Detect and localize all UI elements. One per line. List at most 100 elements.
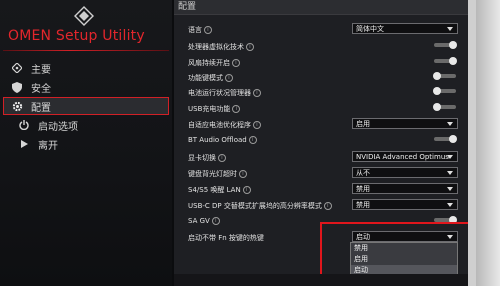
nav-item-config[interactable]: 配置	[3, 97, 169, 115]
panel-title: 配置	[174, 0, 468, 15]
nav-item-security[interactable]: 安全	[0, 78, 172, 96]
panel-footer	[174, 274, 468, 286]
info-icon[interactable]: i	[232, 105, 241, 113]
nav-label: 配置	[31, 102, 51, 114]
setting-row: 处理器虚拟化技术 i	[174, 39, 468, 53]
setting-label-text: 自适应电池优化程序	[188, 121, 251, 129]
nav-item-main[interactable]: 主要	[0, 59, 172, 77]
setting-select[interactable]: NVIDIA Advanced Optimus	[352, 151, 458, 162]
nav-label: 启动选项	[38, 121, 78, 133]
setting-label: 风扇持续开启 i	[188, 58, 240, 68]
setting-label-text: 显卡切换	[188, 154, 216, 162]
info-icon[interactable]: i	[253, 121, 261, 129]
setting-label-text: 启动不带 Fn 按键的热键	[188, 234, 264, 242]
info-icon[interactable]: i	[248, 136, 257, 144]
select-value: 禁用	[356, 201, 370, 209]
setting-label: 启动不带 Fn 按键的热键	[188, 233, 264, 243]
brand-divider	[3, 50, 169, 51]
setting-label: 语言 i	[188, 25, 212, 35]
nav-label: 离开	[38, 140, 58, 152]
chevron-down-icon	[447, 27, 453, 31]
info-icon[interactable]: i	[225, 74, 233, 82]
info-icon[interactable]: i	[232, 59, 240, 67]
setting-row: S4/S5 唤醒 LAN i 禁用	[174, 182, 468, 196]
info-icon[interactable]: i	[253, 89, 261, 97]
setting-toggle[interactable]	[433, 103, 456, 111]
setting-label: USB充电功能 i	[188, 104, 241, 114]
chevron-down-icon	[447, 203, 453, 207]
setting-label: S4/S5 唤醒 LAN i	[188, 185, 251, 195]
setting-row: USB-C DP 交替模式扩展坞的高分辨率模式 i 禁用	[174, 198, 468, 212]
info-icon[interactable]: i	[323, 202, 332, 210]
chevron-down-icon	[447, 187, 453, 191]
info-icon[interactable]: i	[211, 217, 220, 225]
setting-label-text: 处理器虚拟化技术	[188, 43, 244, 51]
screen-edge	[476, 0, 500, 286]
setting-label: BT Audio Offload i	[188, 136, 257, 144]
diamond-icon	[11, 62, 23, 74]
setting-select[interactable]: 禁用	[352, 199, 458, 210]
setting-select[interactable]: 简体中文	[352, 23, 458, 34]
toggle-knob	[449, 135, 457, 143]
setting-label-text: 风扇持续开启	[188, 59, 230, 67]
setting-label: 自适应电池优化程序 i	[188, 120, 261, 130]
info-icon[interactable]: i	[242, 186, 251, 194]
setting-row: 电池运行状况管理器 i	[174, 85, 468, 99]
setting-label-text: 电池运行状况管理器	[188, 89, 251, 97]
select-value: 简体中文	[356, 25, 384, 33]
setting-row: USB充电功能 i	[174, 101, 468, 115]
setting-select[interactable]: 启用	[352, 118, 458, 129]
highlight-box	[320, 222, 470, 280]
nav-label: 安全	[31, 83, 51, 95]
info-icon[interactable]: i	[204, 26, 212, 34]
setting-label-text: 功能键模式	[188, 74, 223, 82]
setting-label: 电池运行状况管理器 i	[188, 88, 261, 98]
setting-select[interactable]: 禁用	[352, 183, 458, 194]
info-icon[interactable]: i	[239, 170, 247, 178]
select-value: 禁用	[356, 185, 370, 193]
sidebar: OMEN Setup Utility 主要 安全 配置 启动选项 离开	[0, 0, 172, 286]
setting-select[interactable]: 从不	[352, 167, 458, 178]
select-value: 启用	[356, 120, 370, 128]
setting-toggle[interactable]	[433, 72, 456, 80]
setting-row: 自适应电池优化程序 i 启用	[174, 117, 468, 131]
scrollbar[interactable]	[468, 0, 476, 286]
nav-item-exit[interactable]: 离开	[0, 135, 172, 153]
info-icon[interactable]: i	[246, 43, 254, 51]
setting-row: BT Audio Offload i	[174, 133, 468, 147]
app-title: OMEN Setup Utility	[8, 28, 145, 44]
setting-label-text: 语言	[188, 26, 202, 34]
select-value: 从不	[356, 169, 370, 177]
setting-label-text: BT Audio Offload	[188, 136, 247, 144]
setting-label-text: 键盘背光灯超时	[188, 170, 237, 178]
setting-row: 语言 i 简体中文	[174, 22, 468, 36]
setting-row: 风扇持续开启 i	[174, 55, 468, 69]
nav-item-boot-options[interactable]: 启动选项	[0, 116, 172, 134]
omen-logo-icon	[74, 6, 94, 26]
setting-toggle[interactable]	[433, 87, 456, 95]
setting-toggle[interactable]	[434, 135, 457, 143]
nav-menu: 主要 安全 配置 启动选项 离开	[0, 59, 172, 154]
info-icon[interactable]: i	[218, 154, 226, 162]
chevron-down-icon	[447, 155, 453, 159]
setting-label-text: SA GV	[188, 217, 210, 225]
setting-row: 功能键模式 i	[174, 70, 468, 84]
setting-row: 显卡切换 i NVIDIA Advanced Optimus	[174, 150, 468, 164]
setting-label-text: USB充电功能	[188, 105, 231, 113]
nav-label: 主要	[31, 64, 51, 76]
chevron-down-icon	[447, 171, 453, 175]
shield-icon	[11, 81, 23, 93]
select-value: NVIDIA Advanced Optimus	[356, 153, 449, 161]
toggle-knob	[449, 57, 457, 65]
setting-label: 键盘背光灯超时 i	[188, 169, 247, 179]
setting-label-text: USB-C DP 交替模式扩展坞的高分辨率模式	[188, 202, 322, 210]
setting-label: 功能键模式 i	[188, 73, 233, 83]
setting-row: 键盘背光灯超时 i 从不	[174, 166, 468, 180]
setting-label: USB-C DP 交替模式扩展坞的高分辨率模式 i	[188, 201, 332, 211]
setting-toggle[interactable]	[434, 57, 457, 65]
power-icon	[18, 119, 30, 131]
exit-arrow-icon	[18, 138, 30, 150]
setting-toggle[interactable]	[434, 41, 457, 49]
toggle-knob	[433, 72, 441, 80]
toggle-knob	[433, 87, 441, 95]
